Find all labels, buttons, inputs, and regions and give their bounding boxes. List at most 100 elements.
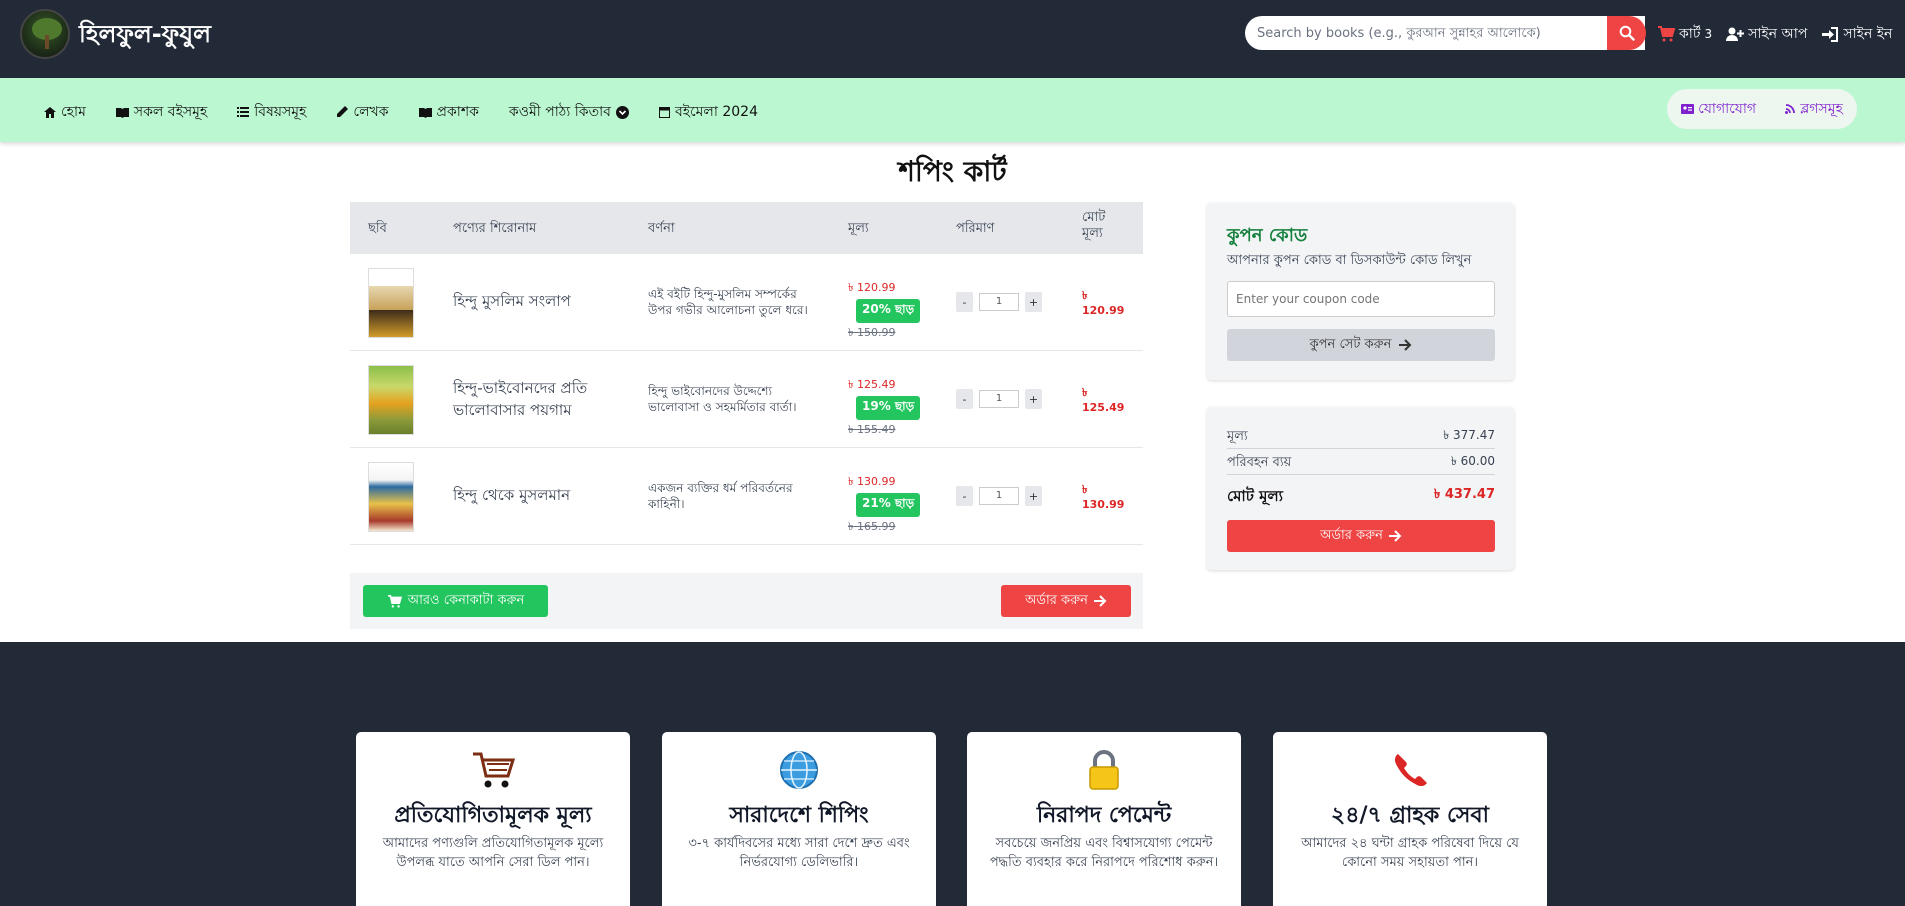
- table-header: ছবি পণ্যের শিরোনাম বর্ণনা মূল্য পরিমাণ ম…: [350, 202, 1143, 254]
- feature-title: প্রতিযোগিতামূলক মূল্য: [394, 803, 592, 828]
- qty-increase-button[interactable]: +: [1025, 389, 1042, 409]
- row-total: ৳ 125.49: [1082, 386, 1125, 414]
- continue-shopping-button[interactable]: আরও কেনাকাটা করুন: [363, 585, 548, 617]
- nav-right-links: যোগাযোগ ব্লগসমূহ: [1667, 89, 1857, 129]
- book-open-icon: [418, 107, 432, 118]
- signup-link[interactable]: সাইন আপ: [1726, 22, 1807, 46]
- feature-card: সারাদেশে শিপিং ৩-৭ কার্যদিবসের মধ্যে সার…: [662, 732, 936, 906]
- original-price: ৳ 165.99: [848, 520, 896, 533]
- brand-name[interactable]: হিলফুল-ফুযুল: [79, 16, 211, 56]
- nav-authors-label: লেখক: [353, 104, 389, 120]
- col-total: মোট মূল্য: [1082, 210, 1106, 241]
- order-summary-card: মূল্য ৳ 377.47 পরিবহন ব্যয় ৳ 60.00 মোট …: [1207, 407, 1514, 570]
- price-block: ৳ 130.99 21% ছাড় ৳ 165.99: [848, 473, 921, 537]
- feature-description: ৩-৭ কার্যদিবসের মধ্যে সারা দেশে দ্রুত এব…: [688, 836, 910, 870]
- qty-decrease-button[interactable]: -: [956, 292, 973, 312]
- nav-book-fair-label: বইমেলা 2024: [674, 104, 758, 120]
- book-cover-image[interactable]: [368, 462, 414, 532]
- cart-link[interactable]: কার্ট 3: [1657, 22, 1712, 46]
- nav-contact[interactable]: যোগাযোগ: [1681, 97, 1756, 121]
- apply-coupon-label: কুপন সেট করুন: [1309, 336, 1392, 352]
- discount-badge: 20% ছাড়: [856, 299, 921, 323]
- nav-publishers[interactable]: প্রকাশক: [418, 100, 479, 124]
- shipping-value: ৳ 60.00: [1450, 454, 1495, 468]
- book-open-icon: [115, 107, 129, 118]
- cart-label: কার্ট: [1679, 26, 1701, 42]
- nav-publishers-label: প্রকাশক: [436, 104, 479, 120]
- col-title: পণ্যের শিরোনাম: [453, 221, 537, 236]
- nav-authors[interactable]: লেখক: [336, 100, 389, 124]
- product-title[interactable]: হিন্দু থেকে মুসলমান: [453, 484, 613, 506]
- signup-label: সাইন আপ: [1748, 26, 1808, 42]
- coupon-card: কুপন কোড আপনার কুপন কোড বা ডিসকাউন্ট কোড…: [1207, 203, 1514, 380]
- discount-badge: 19% ছাড়: [856, 396, 921, 420]
- nav-qawmi-books[interactable]: কওমী পাঠ্য কিতাব: [509, 100, 629, 124]
- site-logo[interactable]: [20, 9, 70, 59]
- product-title[interactable]: হিন্দু মুসলিম সংলাপ: [453, 290, 613, 312]
- chevron-circle-down-icon: [615, 105, 629, 119]
- book-cover-image[interactable]: [368, 268, 414, 338]
- table-row: হিন্দু থেকে মুসলমান একজন ব্যক্তির ধর্ম প…: [350, 448, 1143, 545]
- nav-categories-label: বিষয়সমূহ: [254, 104, 307, 120]
- main-nav: হোম সকল বইসমূহ বিষয়সমূহ লেখক প্রকাশক কও…: [0, 78, 1905, 142]
- cart-icon: [1658, 26, 1675, 42]
- pen-icon: [337, 106, 349, 117]
- nav-all-books-label: সকল বইসমূহ: [133, 104, 208, 120]
- product-title[interactable]: হিন্দু-ভাইবোনদের প্রতি ভালোবাসার পয়গাম: [453, 377, 613, 421]
- search-input[interactable]: [1245, 16, 1645, 50]
- original-price: ৳ 150.99: [848, 326, 896, 339]
- cart-actions: আরও কেনাকাটা করুন অর্ডার করুন: [350, 573, 1143, 629]
- nav-home[interactable]: হোম: [44, 100, 86, 124]
- qty-decrease-button[interactable]: -: [956, 486, 973, 506]
- col-description: বর্ণনা: [648, 221, 675, 236]
- qty-decrease-button[interactable]: -: [956, 389, 973, 409]
- coupon-input[interactable]: [1227, 281, 1495, 317]
- divider: [1227, 448, 1495, 449]
- summary-total-row: মোট মূল্য ৳ 437.47: [1227, 485, 1495, 510]
- user-plus-icon: [1726, 27, 1745, 41]
- nav-all-books[interactable]: সকল বইসমূহ: [115, 100, 208, 124]
- cart-count-badge: 3: [1704, 27, 1713, 41]
- arrow-right-icon: [1388, 530, 1402, 542]
- signin-label: সাইন ইন: [1843, 26, 1893, 42]
- phone-icon: [1394, 754, 1427, 787]
- nav-contact-label: যোগাযোগ: [1698, 101, 1757, 117]
- qty-input[interactable]: 1: [979, 487, 1019, 505]
- original-price: ৳ 155.49: [848, 423, 896, 436]
- price-block: ৳ 120.99 20% ছাড় ৳ 150.99: [848, 279, 921, 343]
- col-price: মূল্য: [848, 221, 869, 236]
- feature-title: ২৪/৭ গ্রাহক সেবা: [1330, 803, 1490, 828]
- qty-increase-button[interactable]: +: [1025, 486, 1042, 506]
- book-cover-image[interactable]: [368, 365, 414, 435]
- nav-blogs[interactable]: ব্লগসমূহ: [1784, 97, 1843, 121]
- feature-card: প্রতিযোগিতামূলক মূল্য আমাদের পণ্যগুলি প্…: [356, 732, 630, 906]
- feature-title: সারাদেশে শিপিং: [729, 803, 869, 828]
- search-icon: [1619, 25, 1635, 41]
- qty-input[interactable]: 1: [979, 390, 1019, 408]
- cart-table: ছবি পণ্যের শিরোনাম বর্ণনা মূল্য পরিমাণ ম…: [350, 202, 1143, 545]
- apply-coupon-button[interactable]: কুপন সেট করুন: [1227, 329, 1495, 361]
- summary-order-label: অর্ডার করুন: [1320, 527, 1383, 543]
- nav-categories[interactable]: বিষয়সমূহ: [237, 100, 306, 124]
- row-total: ৳ 130.99: [1082, 483, 1125, 511]
- price-block: ৳ 125.49 19% ছাড় ৳ 155.49: [848, 376, 921, 440]
- nav-book-fair[interactable]: বইমেলা 2024: [658, 100, 758, 124]
- tree-trunk-shape: [45, 35, 49, 49]
- feature-description: আমাদের পণ্যগুলি প্রতিযোগিতামূলক মূল্যে উ…: [382, 836, 604, 870]
- order-button[interactable]: অর্ডার করুন: [1001, 585, 1131, 617]
- product-description: হিন্দু ভাইবোনদের উদ্দেশ্যে ভালোবাসা ও সহ…: [648, 384, 797, 414]
- cart-icon: [387, 594, 402, 608]
- feature-card: ২৪/৭ গ্রাহক সেবা আমাদের ২৪ ঘন্টা গ্রাহক …: [1273, 732, 1547, 906]
- calendar-icon: [658, 107, 670, 118]
- qty-input[interactable]: 1: [979, 293, 1019, 311]
- signin-link[interactable]: সাইন ইন: [1821, 22, 1892, 46]
- search-button[interactable]: [1607, 16, 1646, 50]
- qty-increase-button[interactable]: +: [1025, 292, 1042, 312]
- summary-subtotal-row: মূল্য ৳ 377.47: [1227, 427, 1495, 448]
- divider: [1227, 474, 1495, 475]
- top-header: হিলফুল-ফুযুল কার্ট 3 সাইন আপ সাইন ইন: [0, 0, 1905, 78]
- table-row: হিন্দু মুসলিম সংলাপ এই বইটি হিন্দু-মুসলি…: [350, 254, 1143, 351]
- summary-order-button[interactable]: অর্ডার করুন: [1227, 520, 1495, 552]
- header-links: কার্ট 3 সাইন আপ সাইন ইন: [1657, 22, 1892, 46]
- nav-home-label: হোম: [61, 104, 86, 120]
